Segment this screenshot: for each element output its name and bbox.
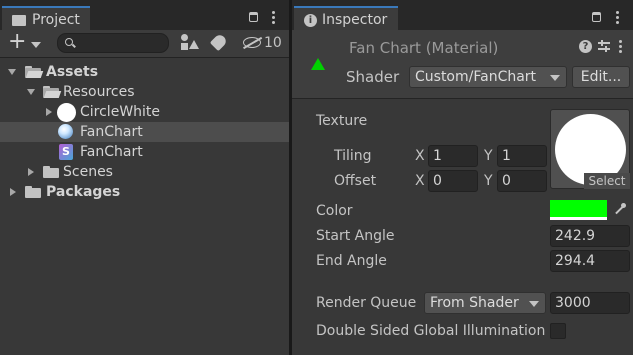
render-queue-dropdown[interactable]: From Shader [424,292,546,314]
tree-item-resources[interactable]: Resources [0,82,289,102]
tree-item-label: FanChart [80,144,143,160]
presets-icon[interactable] [598,40,610,53]
double-sided-gi-label: Double Sided Global Illumination [316,323,545,339]
tiling-y-value: 1 [502,148,511,164]
help-icon[interactable]: ? [579,40,592,53]
lock-icon[interactable] [592,12,601,22]
material-sphere-icon [58,124,73,139]
asset-title: Fan Chart (Material) [349,39,499,57]
end-angle-label: End Angle [316,253,387,269]
edit-button-label: Edit... [580,69,622,85]
texture-label: Texture [316,113,368,129]
tree-item-packages[interactable]: Packages [0,182,289,202]
tiling-y-label: Y [484,148,493,164]
offset-x-value: 0 [433,173,442,189]
collapse-arrow-icon[interactable] [10,188,16,196]
filter-by-type-icon[interactable] [180,34,199,52]
double-sided-gi-checkbox[interactable] [550,323,566,339]
inspector-tab-title: Inspector [322,12,388,28]
offset-y-label: Y [484,173,493,189]
project-tab-title: Project [32,12,80,28]
texture-circle-icon [57,103,76,122]
shader-label: Shader [346,68,400,86]
tree-item-label: Packages [46,184,121,200]
project-tab[interactable]: Project [2,6,90,30]
render-queue-label: Render Queue [316,295,417,311]
expand-arrow-icon[interactable] [8,69,16,75]
tree-item-fanchart-material[interactable]: FanChart [0,122,289,142]
render-queue-value: 3000 [555,295,591,311]
shader-dropdown[interactable]: Custom/FanChart [409,66,567,88]
hidden-packages-button[interactable]: 10 [241,33,285,53]
search-field[interactable] [57,33,169,53]
panel-divider[interactable] [289,0,292,355]
tree-item-label: CircleWhite [80,104,161,120]
tree-item-label: Scenes [63,164,113,180]
render-queue-field[interactable]: 3000 [550,292,630,314]
search-icon-handle [72,43,76,48]
offset-x-field[interactable]: 0 [428,170,478,192]
offset-label: Offset [334,173,377,189]
tiling-x-field[interactable]: 1 [428,145,478,167]
tiling-y-field[interactable]: 1 [497,145,547,167]
folder-icon [43,166,59,178]
edit-shader-button[interactable]: Edit... [572,66,630,88]
offset-y-field[interactable]: 0 [497,170,547,192]
lock-icon[interactable] [249,12,258,22]
plus-icon: + [8,29,27,54]
folder-icon [25,186,41,198]
component-menu-icon[interactable] [619,40,622,55]
add-button[interactable]: + [8,29,44,55]
chevron-down-icon [550,75,560,81]
collapse-arrow-icon[interactable] [46,108,52,116]
search-input[interactable] [80,35,164,51]
offset-y-value: 0 [502,173,511,189]
select-texture-button[interactable]: Select [584,173,630,189]
color-label: Color [316,203,353,219]
tiling-x-value: 1 [433,148,442,164]
folder-open-icon [25,66,44,78]
tree-item-assets[interactable]: Assets [0,62,289,82]
collapse-arrow-icon[interactable] [28,168,34,176]
folder-icon [12,15,26,26]
shader-file-icon: S [59,144,73,160]
start-angle-field[interactable]: 242.9 [550,225,630,247]
chevron-down-icon [31,42,41,48]
tree-item-label: Assets [46,64,99,80]
folder-open-icon [43,86,62,98]
material-preview-icon [311,58,325,70]
tiling-x-label: X [415,148,425,164]
tree-item-label: Resources [63,84,135,100]
eyedropper-icon[interactable] [614,203,626,215]
shader-value: Custom/FanChart [415,69,537,85]
tree-item-scenes[interactable]: Scenes [0,162,289,182]
render-queue-mode: From Shader [430,295,519,311]
info-icon: i [304,14,317,27]
start-angle-label: Start Angle [316,228,395,244]
tree-item-label: FanChart [80,124,143,140]
start-angle-value: 242.9 [555,228,596,244]
project-more-menu-icon[interactable] [272,11,275,26]
texture-slot[interactable]: Select [550,109,630,189]
color-swatch[interactable] [550,200,607,220]
tree-item-fanchart-shader[interactable]: S FanChart [0,142,289,162]
tiling-label: Tiling [334,148,372,164]
end-angle-value: 294.4 [555,253,596,269]
end-angle-field[interactable]: 294.4 [550,250,630,272]
offset-x-label: X [415,173,425,189]
tree-item-circlewhite[interactable]: CircleWhite [0,102,289,122]
inspector-more-menu-icon[interactable] [616,11,619,26]
inspector-tab[interactable]: i Inspector [294,6,398,30]
expand-arrow-icon[interactable] [27,89,35,95]
chevron-down-icon [529,301,539,307]
hidden-packages-count: 10 [264,35,282,51]
